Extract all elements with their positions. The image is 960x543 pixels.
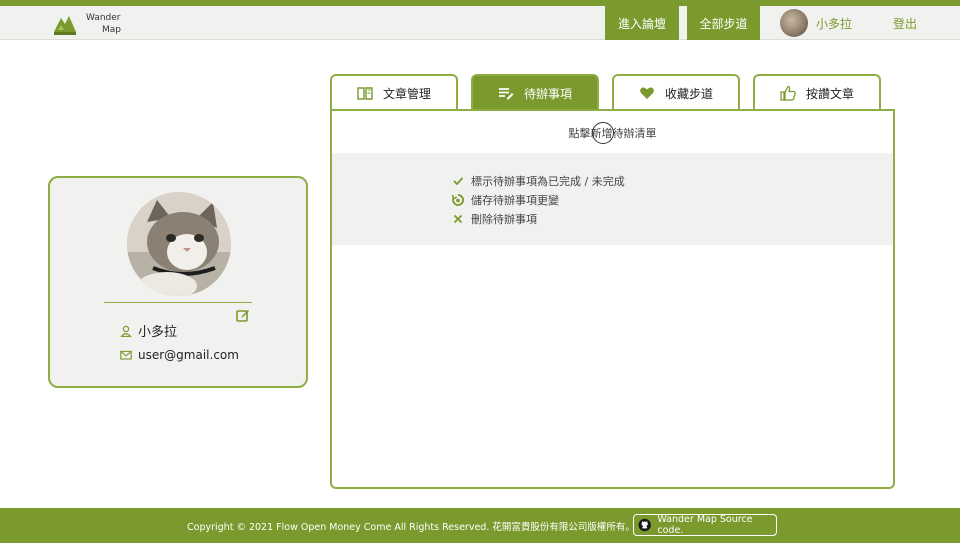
book-icon bbox=[357, 87, 373, 100]
list-edit-icon bbox=[498, 88, 514, 100]
legend-text: 標示待辦事項為已完成 / 未完成 bbox=[471, 175, 625, 188]
legend-item-save: 儲存待辦事項更變 bbox=[452, 192, 559, 208]
user-icon bbox=[120, 325, 132, 337]
tab-label: 按讚文章 bbox=[805, 86, 854, 101]
footer: Copyright © 2021 Flow Open Money Come Al… bbox=[0, 508, 960, 543]
copyright-text: Copyright © 2021 Flow Open Money Come Al… bbox=[187, 522, 635, 533]
edit-icon[interactable] bbox=[236, 308, 250, 322]
heart-icon bbox=[640, 87, 654, 99]
legend-item-complete: 標示待辦事項為已完成 / 未完成 bbox=[452, 173, 625, 189]
profile-email-row: user@gmail.com bbox=[120, 348, 239, 362]
avatar bbox=[780, 9, 808, 37]
github-icon bbox=[638, 518, 651, 532]
tab-label: 收藏步道 bbox=[664, 86, 713, 101]
tab-todo[interactable]: 待辦事項 bbox=[471, 74, 599, 110]
logo-text-wander: Wander bbox=[86, 13, 121, 23]
nav-user-menu[interactable]: 小多拉 bbox=[780, 9, 852, 37]
profile-name-row: 小多拉 bbox=[120, 321, 177, 340]
tab-article-management[interactable]: 文章管理 bbox=[330, 74, 458, 110]
source-code-button[interactable]: Wander Map Source code. bbox=[633, 514, 777, 536]
navbar: Wander Map 進入論壇 全部步道 小多拉 登出 bbox=[0, 6, 960, 40]
thumbs-up-icon bbox=[780, 85, 796, 101]
logout-link[interactable]: 登出 bbox=[893, 15, 917, 32]
todo-legend: 標示待辦事項為已完成 / 未完成 儲存待辦事項更變 刪除待辦事項 bbox=[332, 153, 893, 245]
tab-liked-articles[interactable]: 按讚文章 bbox=[753, 74, 881, 110]
close-icon bbox=[453, 214, 463, 224]
profile-card: 小多拉 user@gmail.com bbox=[48, 176, 308, 388]
profile-photo bbox=[127, 192, 231, 296]
nav-all-trails-button[interactable]: 全部步道 bbox=[687, 6, 760, 40]
profile-name: 小多拉 bbox=[138, 325, 178, 340]
legend-text: 儲存待辦事項更變 bbox=[471, 194, 559, 207]
cursor-indicator bbox=[592, 122, 614, 144]
nav-forum-button[interactable]: 進入論壇 bbox=[605, 6, 679, 40]
profile-email: user@gmail.com bbox=[138, 348, 239, 362]
todo-panel: 點擊新增待辦清單 標示待辦事項為已完成 / 未完成 儲存待辦事項更變 刪除待辦事… bbox=[330, 109, 895, 489]
check-icon bbox=[453, 177, 464, 186]
mail-icon bbox=[120, 350, 132, 360]
legend-text: 刪除待辦事項 bbox=[471, 213, 537, 226]
logo-text-map: Map bbox=[102, 25, 121, 35]
mountain-logo-icon bbox=[54, 16, 76, 35]
tab-label: 待辦事項 bbox=[523, 86, 572, 101]
tab-label: 文章管理 bbox=[382, 86, 431, 101]
save-icon bbox=[452, 194, 464, 206]
logo[interactable]: Wander Map bbox=[50, 8, 132, 38]
nav-username: 小多拉 bbox=[816, 16, 853, 31]
tab-saved-trails[interactable]: 收藏步道 bbox=[612, 74, 740, 110]
profile-divider bbox=[104, 302, 252, 303]
legend-item-delete: 刪除待辦事項 bbox=[452, 211, 537, 227]
cat-photo bbox=[127, 192, 231, 296]
source-code-label: Wander Map Source code. bbox=[657, 514, 753, 536]
